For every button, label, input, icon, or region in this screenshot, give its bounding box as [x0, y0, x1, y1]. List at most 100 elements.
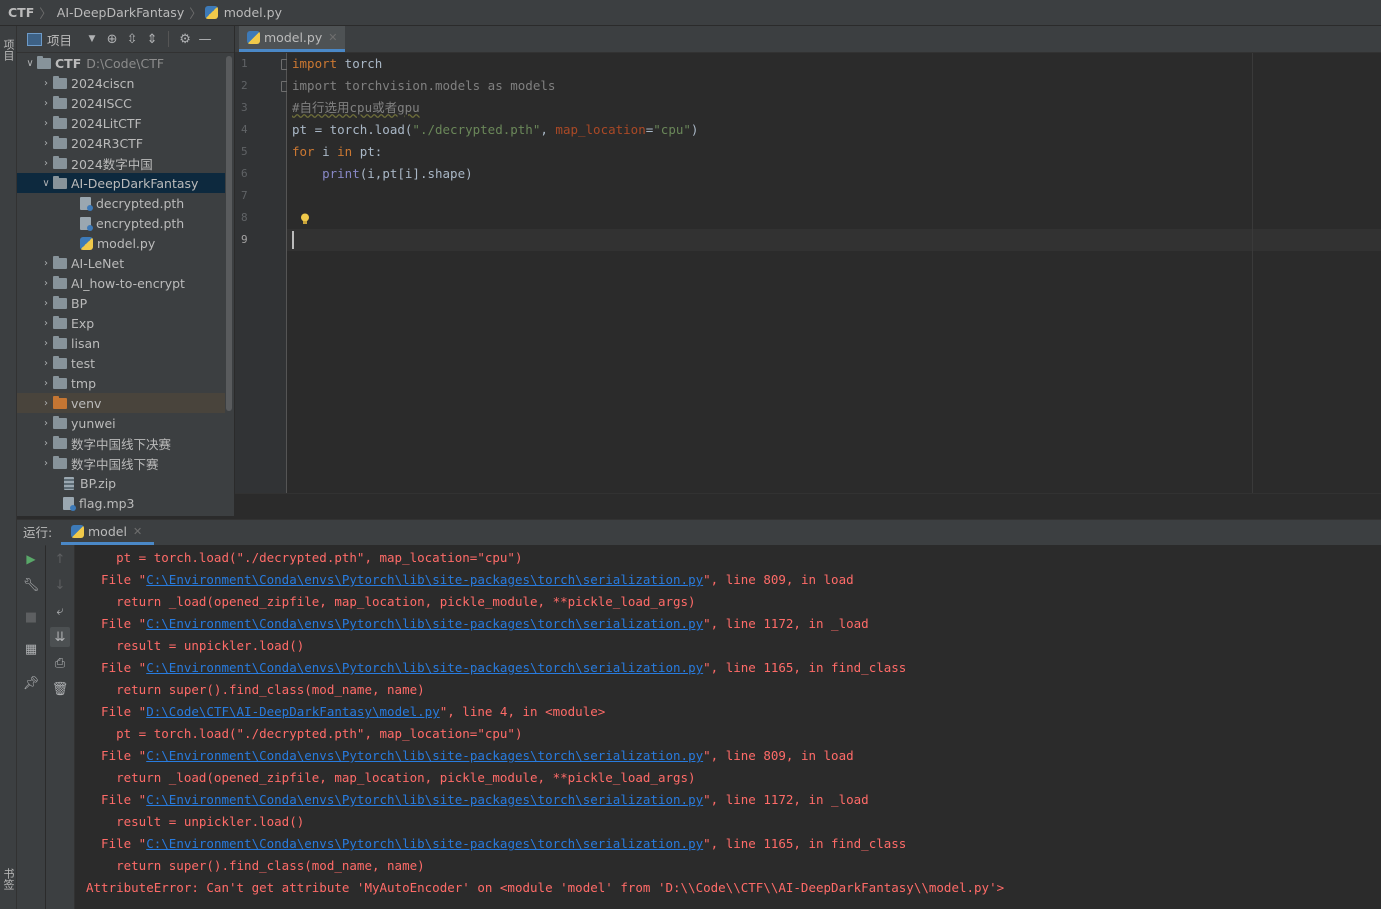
file-path-link[interactable]: D:\Code\CTF\AI-DeepDarkFantasy\model.py	[146, 704, 440, 719]
breadcrumb-root[interactable]: CTF	[6, 5, 36, 20]
tree-item[interactable]: › 2024ciscn	[17, 73, 225, 93]
up-arrow-icon[interactable]: ↑	[50, 549, 70, 569]
minimize-icon[interactable]: —	[195, 29, 215, 49]
chevron-right-icon[interactable]: ›	[39, 138, 53, 149]
folder-icon	[53, 275, 67, 289]
folder-icon	[53, 355, 67, 369]
pin-icon[interactable]: 📌︎	[21, 673, 41, 693]
file-path-link[interactable]: C:\Environment\Conda\envs\Pytorch\lib\si…	[146, 792, 703, 807]
chevron-right-icon[interactable]: ›	[39, 278, 53, 289]
python-file-icon	[204, 6, 218, 19]
collapse-all-icon[interactable]: ⇕	[142, 29, 162, 49]
tree-item[interactable]: › tmp	[17, 373, 225, 393]
console-line: File "C:\Environment\Conda\envs\Pytorch\…	[86, 569, 854, 591]
code-line[interactable]: print(i,pt[i].shape)	[292, 163, 473, 185]
chevron-right-icon[interactable]: ›	[39, 158, 53, 169]
tree-root[interactable]: ∨ CTF D:\Code\CTF	[17, 53, 225, 73]
chevron-right-icon[interactable]: ›	[39, 318, 53, 329]
chevron-right-icon[interactable]: ›	[39, 338, 53, 349]
tree-item[interactable]: › 2024数字中国	[17, 153, 225, 173]
breadcrumb-folder[interactable]: AI-DeepDarkFantasy	[55, 5, 186, 20]
scroll-to-end-icon[interactable]: ⇊	[50, 627, 70, 647]
chevron-right-icon[interactable]: ›	[39, 438, 53, 449]
chevron-right-icon[interactable]: ›	[39, 118, 53, 129]
run-tab-model[interactable]: model ✕	[61, 520, 155, 545]
chevron-right-icon[interactable]: ›	[39, 78, 53, 89]
project-view-selector[interactable]: 项目	[47, 30, 72, 49]
code-line[interactable]: import torch	[292, 53, 382, 75]
file-path-link[interactable]: C:\Environment\Conda\envs\Pytorch\lib\si…	[146, 572, 703, 587]
tree-item[interactable]: › yunwei	[17, 413, 225, 433]
chevron-right-icon[interactable]: ›	[39, 258, 53, 269]
console-line: return _load(opened_zipfile, map_locatio…	[86, 767, 695, 789]
tree-item[interactable]: › 2024ISCC	[17, 93, 225, 113]
tab-model-py[interactable]: model.py ✕	[239, 26, 346, 52]
print-icon[interactable]: ⎙	[50, 653, 70, 673]
soft-wrap-icon[interactable]: ⤶	[50, 601, 70, 621]
code-line[interactable]: pt = torch.load("./decrypted.pth", map_l…	[292, 119, 698, 141]
tree-item[interactable]: decrypted.pth	[17, 193, 225, 213]
code-text: i	[314, 144, 338, 159]
tree-item-excluded[interactable]: › venv	[17, 393, 225, 413]
console-line: File "D:\Code\CTF\AI-DeepDarkFantasy\mod…	[86, 701, 605, 723]
tree-item[interactable]: encrypted.pth	[17, 213, 225, 233]
console-text: return super().find_class(mod_name, name…	[86, 858, 425, 873]
string-literal: "cpu"	[653, 122, 691, 137]
tree-item[interactable]: › test	[17, 353, 225, 373]
project-tool-tab[interactable]: 项目	[0, 30, 16, 70]
tree-item[interactable]: › Exp	[17, 313, 225, 333]
down-arrow-icon[interactable]: ↓	[50, 575, 70, 595]
tree-item[interactable]: › BP	[17, 293, 225, 313]
file-path-link[interactable]: C:\Environment\Conda\envs\Pytorch\lib\si…	[146, 660, 703, 675]
chevron-right-icon[interactable]: ›	[39, 378, 53, 389]
layout-icon[interactable]: ▦	[21, 639, 41, 659]
console-text: result = unpickler.load()	[86, 638, 305, 653]
chevron-right-icon[interactable]: ›	[39, 358, 53, 369]
bookmarks-tool-tab[interactable]: 书签	[0, 854, 16, 904]
console-text: File "	[86, 660, 147, 675]
expand-all-icon[interactable]: ⇳	[122, 29, 142, 49]
line-number: 4	[241, 123, 248, 136]
console-line: return super().find_class(mod_name, name…	[86, 679, 425, 701]
file-path-link[interactable]: C:\Environment\Conda\envs\Pytorch\lib\si…	[146, 836, 703, 851]
wrench-icon[interactable]: 🔧︎	[21, 575, 41, 595]
tree-item-selected[interactable]: ∨ AI-DeepDarkFantasy	[17, 173, 225, 193]
file-path-link[interactable]: C:\Environment\Conda\envs\Pytorch\lib\si…	[146, 616, 703, 631]
stop-icon[interactable]: ■	[21, 607, 41, 627]
close-icon[interactable]: ✕	[133, 525, 142, 538]
close-icon[interactable]: ✕	[328, 31, 337, 44]
rerun-icon[interactable]: ▶	[21, 549, 41, 569]
console-text: File "	[86, 748, 147, 763]
chevron-right-icon[interactable]: ›	[39, 458, 53, 469]
tree-item[interactable]: flag.mp3	[17, 493, 225, 513]
folder-icon	[53, 295, 67, 309]
chevron-right-icon[interactable]: ›	[39, 398, 53, 409]
chevron-right-icon[interactable]: ›	[39, 98, 53, 109]
breadcrumb-file[interactable]: model.py	[222, 5, 284, 20]
code-line[interactable]: import torchvision.models as models	[292, 75, 555, 97]
chevron-right-icon[interactable]: ›	[39, 418, 53, 429]
code-line[interactable]: for i in pt:	[292, 141, 382, 163]
tree-item[interactable]: › AI_how-to-encrypt	[17, 273, 225, 293]
tree-item[interactable]: › 2024R3CTF	[17, 133, 225, 153]
lightbulb-icon[interactable]	[300, 213, 310, 225]
file-path-link[interactable]: C:\Environment\Conda\envs\Pytorch\lib\si…	[146, 748, 703, 763]
chevron-down-icon[interactable]: ∨	[39, 178, 53, 189]
tree-item[interactable]: › 数字中国线下决赛	[17, 433, 225, 453]
chevron-right-icon[interactable]: ›	[39, 298, 53, 309]
chevron-down-icon[interactable]: ∨	[23, 58, 37, 69]
tree-item[interactable]: model.py	[17, 233, 225, 253]
tree-item[interactable]: › 数字中国线下赛	[17, 453, 225, 473]
tree-item[interactable]: › 2024LitCTF	[17, 113, 225, 133]
folder-open-icon	[53, 175, 67, 189]
tree-item[interactable]: › AI-LeNet	[17, 253, 225, 273]
gear-icon[interactable]: ⚙	[175, 29, 195, 49]
trash-icon[interactable]: 🗑︎	[50, 679, 70, 699]
tree-scrollbar[interactable]	[226, 56, 232, 411]
code-line[interactable]: #自行选用cpu或者gpu	[292, 97, 420, 119]
folder-icon	[53, 375, 67, 389]
dropdown-arrow-icon[interactable]: ▼	[82, 29, 102, 49]
tree-item[interactable]: › lisan	[17, 333, 225, 353]
tree-item[interactable]: BP.zip	[17, 473, 225, 493]
locate-icon[interactable]: ⊕	[102, 29, 122, 49]
